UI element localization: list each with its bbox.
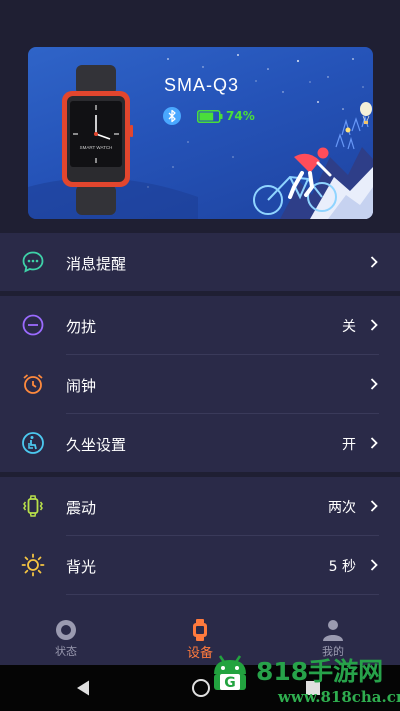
device-card[interactable]: SMART WATCH SMA-Q3 74% [28,47,373,219]
device-header: SMART WATCH SMA-Q3 74% [0,0,400,233]
settings-row-sedentary[interactable]: 久坐设置 开 [0,414,400,472]
sedentary-value: 开 [342,437,356,453]
minus-circle-icon [22,314,44,336]
divider [66,594,379,595]
backlight-value: 5 秒 [328,559,356,575]
watermark-logo-letter: G [224,675,236,691]
chevron-right-icon [370,437,378,449]
dnd-alarm-section: 勿扰 关 闹钟 久坐设置 开 [0,296,400,472]
vibration-backlight-section: 震动 两次 背光 5 秒 [0,477,400,610]
dnd-value: 关 [342,319,356,335]
sun-icon [21,553,45,577]
message-bubble-icon [22,251,44,273]
watermark-url: www.818cha.cn [278,688,400,706]
notification-section: 消息提醒 [0,233,400,291]
watch-icon [193,619,207,641]
chevron-right-icon [370,500,378,512]
tab-status-label: 状态 [55,645,77,658]
watch-face-text: SMART WATCH [80,145,113,150]
settings-row-backlight[interactable]: 背光 5 秒 [0,536,400,594]
battery-fill [199,112,214,121]
backlight-label: 背光 [66,558,97,576]
chevron-right-icon [370,378,378,390]
chevron-right-icon [370,319,378,331]
bluetooth-icon [163,107,181,125]
watermark-logo: G [214,655,246,691]
settings-row-vibration[interactable]: 震动 两次 [0,477,400,535]
vibration-label: 震动 [66,499,97,517]
battery-icon [197,110,223,123]
settings-row-alarm[interactable]: 闹钟 [0,355,400,413]
chevron-right-icon [370,559,378,571]
notifications-label: 消息提醒 [66,255,127,273]
settings-row-dnd[interactable]: 勿扰 关 [0,296,400,354]
sedentary-label: 久坐设置 [66,436,127,454]
back-icon[interactable] [75,679,91,697]
person-icon [323,620,343,641]
watermark-text: 818手游网 [256,657,384,686]
device-name: SMA-Q3 [164,75,240,95]
cyclist-illustration [253,102,373,219]
smartwatch-illustration: SMART WATCH [62,65,133,215]
vibrate-watch-icon [23,495,43,517]
alarm-label: 闹钟 [66,377,97,395]
tab-status[interactable]: 状态 [26,610,106,665]
sitting-person-icon [22,432,44,454]
settings-row-notifications[interactable]: 消息提醒 [0,233,400,291]
chevron-right-icon [370,256,378,268]
status-ring-icon [56,620,76,640]
vibration-value: 两次 [328,500,356,516]
alarm-clock-icon [23,374,43,394]
dnd-label: 勿扰 [66,318,97,336]
